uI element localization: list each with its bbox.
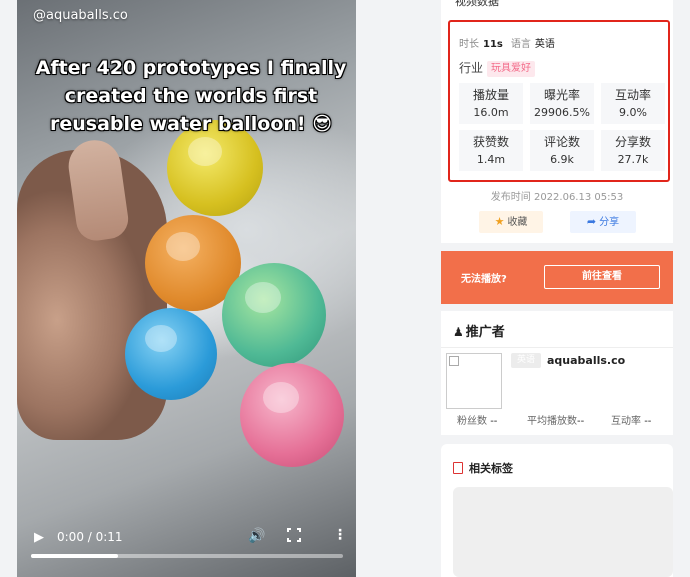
publish-time: 发布时间 2022.06.13 05:53: [490, 192, 624, 203]
stat-label: 互动率: [614, 88, 651, 102]
fullscreen-icon[interactable]: [287, 528, 301, 542]
language-chip: 英语: [511, 353, 541, 368]
avg-play-label: 平均播放数: [527, 416, 577, 427]
share-arrow-icon: ➦: [586, 215, 597, 228]
banner-text: 无法播放?: [461, 274, 507, 285]
video-progress-bar[interactable]: [31, 554, 343, 558]
stats-highlight-box: 时长 11s 语言 英语 行业 玩具爱好 播放量 16.0m 曝光率 29906.5% …: [448, 20, 670, 182]
video-handle: @aquaballs.co: [33, 8, 128, 23]
avg-play-value: --: [577, 416, 585, 427]
volume-icon[interactable]: 🔊: [248, 528, 265, 544]
fans-value: --: [490, 416, 498, 427]
stat-label: 分享数: [614, 135, 651, 149]
language-label: 语言: [510, 39, 531, 50]
language-value: 英语: [534, 39, 555, 50]
stat-value: 6.9k: [550, 153, 574, 166]
caption-line: After 420 prototypes I finally: [35, 57, 347, 79]
stat-value: 29906.5%: [534, 106, 590, 119]
share-label: 分享: [599, 217, 620, 228]
stat-engagement-rate: 互动率 9.0%: [601, 83, 665, 124]
engagement-label: 互动率: [611, 416, 641, 427]
star-icon: ★: [494, 215, 505, 228]
video-progress-fill: [31, 554, 119, 558]
duration-label: 时长: [459, 39, 479, 50]
caption-line: created the worlds first: [64, 85, 318, 107]
video-info-card: 视频数据 时长 11s 语言 英语 行业 玩具爱好 播放量 16.0m 曝光率 2990…: [441, 0, 673, 243]
favorite-label: 收藏: [507, 217, 528, 228]
stat-value: 9.0%: [619, 106, 647, 119]
industry-row: 行业 玩具爱好: [459, 59, 536, 77]
bookmark-icon: [453, 462, 463, 474]
stat-value: 27.7k: [617, 153, 649, 166]
engagement-value: --: [644, 416, 652, 427]
tags-heading: 相关标签: [453, 460, 513, 476]
stat-label: 获赞数: [472, 135, 509, 149]
balloon-pink: [240, 363, 344, 467]
stat-play-count: 播放量 16.0m: [459, 83, 523, 124]
cannot-play-banner: 无法播放? 前往查看: [441, 251, 673, 304]
stat-label: 评论数: [543, 135, 580, 149]
duration-value: 11s: [483, 39, 503, 50]
balloon-blue: [125, 308, 217, 400]
industry-tag[interactable]: 玩具爱好: [487, 61, 536, 77]
related-tags-card: 相关标签: [441, 444, 673, 577]
industry-label: 行业: [459, 61, 484, 75]
tags-placeholder-area: [453, 487, 673, 577]
share-button[interactable]: ➦ 分享: [570, 211, 636, 233]
promoter-name[interactable]: aquaballs.co: [547, 353, 625, 368]
stat-exposure-rate: 曝光率 29906.5%: [530, 83, 594, 124]
engagement-stat: 互动率 --: [611, 412, 651, 427]
avatar[interactable]: [446, 353, 502, 409]
stat-comments: 评论数 6.9k: [530, 130, 594, 171]
favorite-button[interactable]: ★ 收藏: [479, 211, 543, 233]
stats-grid: 播放量 16.0m 曝光率 29906.5% 互动率 9.0% 获赞数 1.4m…: [459, 83, 666, 171]
promoter-heading: ♟ 推广者: [453, 321, 505, 340]
promoter-title: 推广者: [465, 325, 505, 340]
stat-value: 1.4m: [476, 153, 506, 166]
user-icon: ♟: [453, 325, 464, 339]
promoter-card: ♟ 推广者 英语 aquaballs.co 粉丝数 -- 平均播放数-- 互动率 …: [441, 311, 673, 435]
stat-label: 播放量: [472, 88, 509, 102]
fans-stat: 粉丝数 --: [457, 412, 497, 427]
stat-label: 曝光率: [543, 88, 580, 102]
stat-shares: 分享数 27.7k: [601, 130, 665, 171]
video-caption: After 420 prototypes I finally created t…: [31, 54, 351, 138]
balloon-green: [222, 263, 326, 367]
more-options-icon[interactable]: ⋮: [333, 527, 347, 543]
go-view-button[interactable]: 前往查看: [544, 265, 660, 289]
play-icon[interactable]: ▶: [34, 530, 44, 545]
caption-line: reusable water balloon! 😎: [49, 113, 333, 135]
broken-image-icon: [449, 356, 459, 366]
video-controls: ▶ 0:00 / 0:11 🔊 ⋮: [17, 517, 356, 577]
stat-value: 16.0m: [473, 106, 509, 119]
fans-label: 粉丝数: [457, 416, 487, 427]
video-time: 0:00 / 0:11: [57, 530, 123, 544]
meta-row: 时长 11s 语言 英语: [459, 35, 555, 50]
tags-title: 相关标签: [469, 462, 513, 475]
stat-likes: 获赞数 1.4m: [459, 130, 523, 171]
divider: [441, 347, 673, 348]
video-player[interactable]: @aquaballs.co After 420 prototypes I fin…: [17, 0, 356, 577]
avg-play-stat: 平均播放数--: [527, 412, 584, 427]
info-card-title: 视频数据: [455, 0, 499, 8]
